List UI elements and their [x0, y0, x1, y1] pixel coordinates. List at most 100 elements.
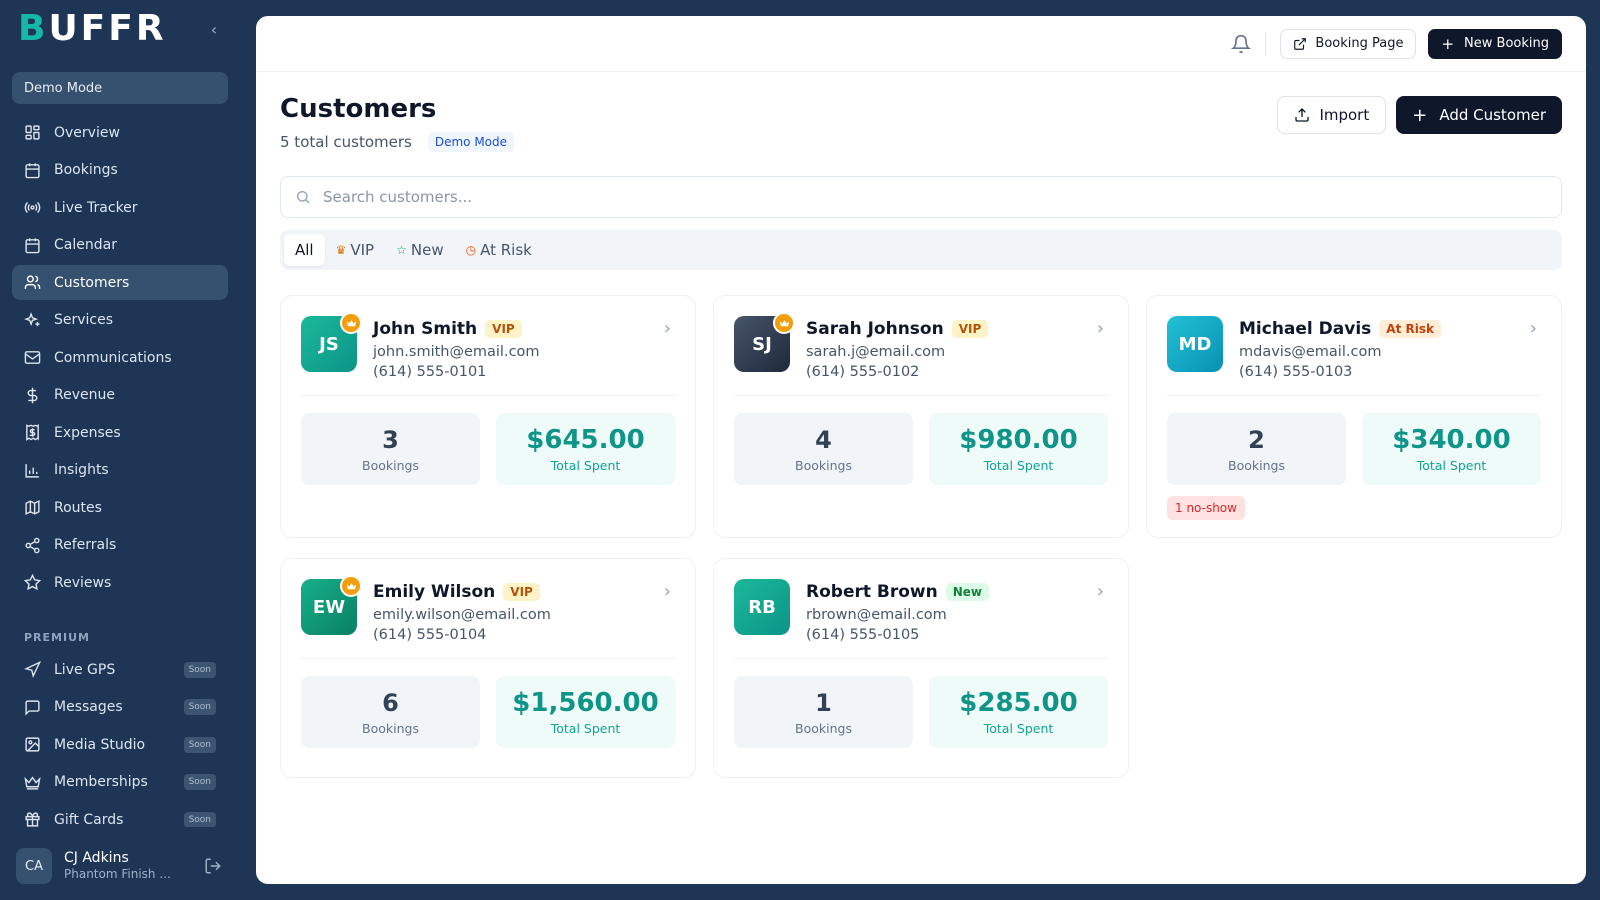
sidebar-item-label: Revenue — [54, 387, 115, 403]
total-spent-value: $1,560.00 — [512, 687, 659, 718]
chevron-right-icon[interactable]: › — [1097, 581, 1104, 602]
total-spent-value: $340.00 — [1392, 424, 1511, 455]
soon-badge: Soon — [183, 736, 216, 753]
sidebar-item-customers[interactable]: Customers — [12, 265, 228, 300]
sidebar-item-memberships[interactable]: Memberships Soon — [12, 765, 228, 800]
customers-content: Customers 5 total customers Demo Mode Im… — [280, 94, 1562, 785]
customer-avatar: MD — [1167, 316, 1223, 372]
sidebar-item-label: Customers — [54, 274, 130, 291]
bookings-count: 3 — [382, 425, 399, 454]
sidebar-item-routes[interactable]: Routes — [12, 490, 228, 525]
soon-badge: Soon — [183, 699, 216, 715]
sidebar-item-label: Services — [54, 312, 114, 328]
avatar: CA — [16, 848, 52, 884]
sidebar-item-overview[interactable]: Overview — [12, 115, 228, 150]
total-spent-label: Total Spent — [983, 720, 1054, 736]
sidebar-item-live-tracker[interactable]: Live Tracker — [12, 190, 228, 225]
booking-page-label: Booking Page — [1315, 36, 1404, 51]
bookings-label: Bookings — [795, 457, 852, 473]
sidebar-item-bookings[interactable]: Bookings — [12, 153, 228, 188]
bookings-stat: 3 Bookings — [301, 413, 480, 485]
plus-icon: + — [1412, 104, 1428, 126]
customer-name: Robert Brown — [806, 582, 938, 602]
logout-icon[interactable] — [204, 857, 222, 875]
sidebar-item-label: Overview — [54, 124, 120, 141]
status-badge: VIP — [503, 583, 540, 601]
sidebar-item-label: Reviews — [54, 574, 112, 591]
bell-icon[interactable] — [1231, 34, 1252, 54]
user-profile[interactable]: CA CJ Adkins Phantom Finish ... — [16, 848, 222, 884]
star-icon: ☆ — [396, 243, 407, 257]
status-badge: New — [945, 583, 990, 601]
status-badge: VIP — [485, 320, 522, 338]
total-spent-stat: $1,560.00 Total Spent — [496, 676, 675, 748]
bookings-label: Bookings — [795, 720, 852, 736]
soon-badge: Soon — [183, 811, 216, 827]
sidebar-item-media-studio[interactable]: Media Studio Soon — [12, 727, 228, 762]
total-spent-label: Total Spent — [1416, 457, 1487, 473]
sidebar-item-label: Live GPS — [54, 661, 116, 678]
tab-label: At Risk — [480, 241, 532, 259]
customer-card[interactable]: SJ Sarah Johnson VIP sarah.j@email.com (… — [713, 295, 1129, 538]
sidebar-item-label: Memberships — [54, 774, 148, 790]
chevron-right-icon[interactable]: › — [664, 581, 671, 602]
import-label: Import — [1319, 106, 1370, 124]
upload-icon — [1295, 108, 1310, 122]
sidebar-item-services[interactable]: Services — [12, 303, 228, 338]
sidebar-item-live-gps[interactable]: Live GPS Soon — [12, 652, 228, 687]
total-spent-stat: $285.00 Total Spent — [929, 676, 1108, 748]
import-button[interactable]: Import — [1277, 96, 1387, 134]
search-input[interactable] — [323, 188, 1561, 206]
booking-page-button[interactable]: Booking Page — [1280, 28, 1417, 59]
sidebar-item-label: Media Studio — [54, 736, 146, 753]
radio-icon — [24, 201, 41, 214]
customer-card[interactable]: MD Michael Davis At Risk mdavis@email.co… — [1146, 295, 1562, 538]
add-customer-button[interactable]: + Add Customer — [1396, 96, 1562, 134]
customer-card[interactable]: JS John Smith VIP john.smith@email.com (… — [280, 295, 696, 538]
customer-email: rbrown@email.com — [806, 607, 947, 623]
total-spent-value: $980.00 — [959, 424, 1078, 455]
user-org: Phantom Finish ... — [64, 867, 171, 882]
tab-new[interactable]: ☆ New — [385, 234, 454, 266]
customer-card[interactable]: EW Emily Wilson VIP emily.wilson@email.c… — [280, 558, 696, 778]
sidebar-item-calendar[interactable]: Calendar — [12, 228, 228, 263]
vip-crown-icon — [340, 575, 362, 597]
vip-crown-icon — [340, 312, 362, 334]
user-name: CJ Adkins — [64, 849, 129, 866]
mail-icon — [24, 351, 41, 364]
gift-icon — [25, 812, 40, 827]
tab-all[interactable]: All — [284, 234, 325, 266]
bookings-count: 6 — [382, 688, 399, 717]
tab-at-risk[interactable]: ◷ At Risk — [455, 234, 543, 266]
collapse-sidebar-icon[interactable]: ‹ — [204, 19, 224, 39]
bookings-label: Bookings — [362, 457, 419, 473]
buffr-logo[interactable]: BUFFR — [18, 11, 167, 47]
sidebar-item-label: Routes — [54, 499, 102, 516]
customer-card[interactable]: RB Robert Brown New rbrown@email.com (61… — [713, 558, 1129, 778]
sidebar-item-gift-cards[interactable]: Gift Cards Soon — [12, 802, 228, 827]
new-booking-label: New Booking — [1464, 36, 1549, 51]
share-icon — [25, 537, 40, 553]
tab-vip[interactable]: ♛ VIP — [325, 234, 386, 266]
calendar-check-icon — [25, 162, 40, 178]
tab-label: VIP — [350, 241, 375, 259]
sidebar-item-messages[interactable]: Messages Soon — [12, 690, 228, 725]
logo-row: BUFFR ‹ — [18, 11, 224, 47]
sidebar-item-insights[interactable]: Insights — [12, 453, 228, 488]
customer-grid: JS John Smith VIP john.smith@email.com (… — [280, 295, 1562, 785]
chevron-right-icon[interactable]: › — [1530, 318, 1537, 339]
total-spent-label: Total Spent — [550, 720, 621, 736]
sidebar-item-expenses[interactable]: Expenses — [12, 415, 228, 450]
users-icon — [24, 275, 41, 289]
bookings-count: 4 — [815, 425, 832, 454]
sidebar-item-label: Live Tracker — [54, 199, 138, 216]
chevron-right-icon[interactable]: › — [1097, 318, 1104, 339]
sidebar-item-revenue[interactable]: Revenue — [12, 378, 228, 413]
sidebar-item-referrals[interactable]: Referrals — [12, 528, 228, 563]
total-spent-value: $645.00 — [526, 424, 645, 455]
new-booking-button[interactable]: + New Booking — [1428, 28, 1562, 59]
sidebar-item-reviews[interactable]: Reviews — [12, 565, 228, 600]
chevron-right-icon[interactable]: › — [664, 318, 671, 339]
sidebar-item-communications[interactable]: Communications — [12, 340, 228, 375]
customer-email: sarah.j@email.com — [806, 344, 946, 360]
